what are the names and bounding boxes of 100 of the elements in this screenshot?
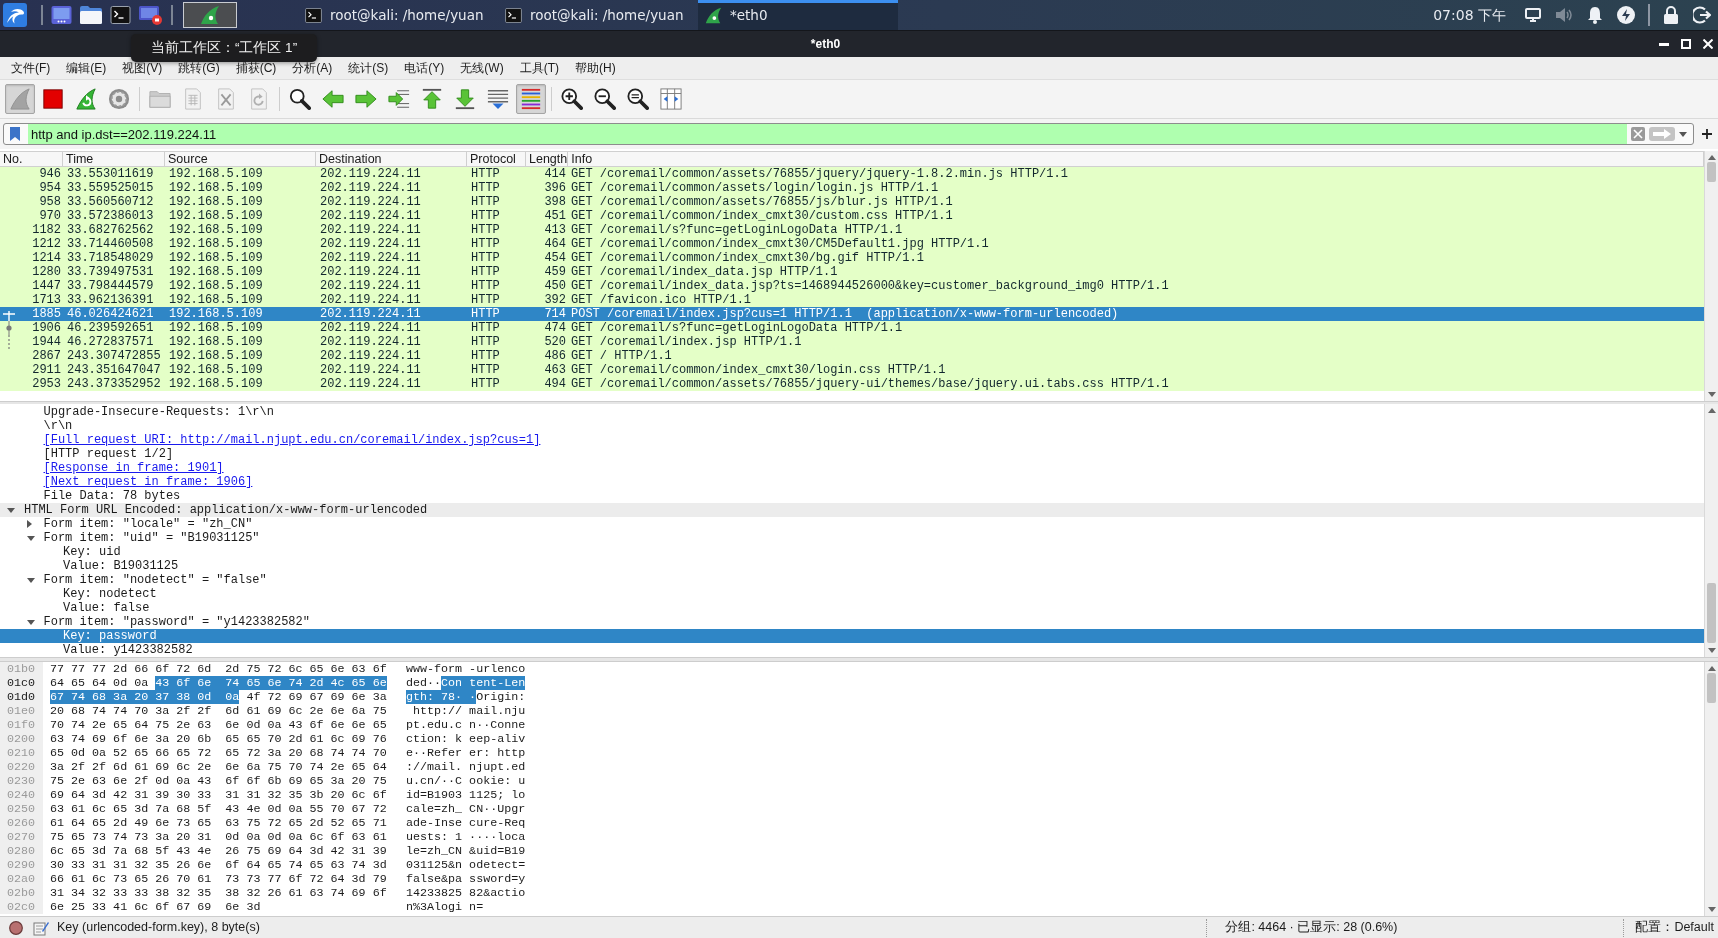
byte-offset: 01d0 [0, 690, 43, 704]
notepad-icon[interactable] [33, 919, 49, 936]
caret-down-icon[interactable] [7, 507, 15, 513]
packet-row[interactable]: 970 33.572386013 192.168.5.109 202.119.224.11 HTTP 451 GET /coremail/common/index_cmxt30/custom.css HTTP/1.1 [0, 209, 1704, 223]
scrollbar[interactable] [1704, 151, 1718, 401]
caret-down-icon[interactable] [26, 577, 35, 583]
column-header[interactable]: Protocol [467, 152, 526, 166]
menu-item[interactable]: 统计(S) [340, 58, 397, 78]
packet-row[interactable]: 1713 33.962136391 192.168.5.109 202.119.224.11 HTTP 392 GET /favicon.ico HTTP/1.1 [0, 293, 1704, 307]
tree-row[interactable]: [HTTP request 1/2] [0, 447, 1704, 461]
tree-row[interactable]: [Response in frame: 1901] [0, 461, 1704, 475]
packet-time: 33.718548029 [67, 251, 154, 265]
menu-item[interactable]: 文件(F) [3, 58, 59, 78]
column-header[interactable]: Source [165, 152, 316, 166]
tree-row[interactable]: Key: password [0, 629, 1704, 643]
taskbar-button[interactable]: *eth0 [698, 0, 898, 30]
terminal-icon[interactable] [110, 6, 131, 24]
menu-item[interactable]: 帮助(H) [567, 58, 624, 78]
link[interactable]: [Next request in frame: 1906] [43, 475, 253, 489]
packet-row[interactable]: 1885 46.026424621 192.168.5.109 202.119.224.11 HTTP 714 POST /coremail/index.jsp?cus=1 HTTP/1.1 (application/x-www-form-urlencoded) [0, 307, 1704, 321]
taskbar-button[interactable]: root@kali: /home/yuan [498, 0, 698, 30]
scroll-down-icon[interactable] [1707, 392, 1716, 397]
packet-row[interactable]: 1214 33.718548029 192.168.5.109 202.119.224.11 HTTP 454 GET /coremail/common/index_cmxt30/bg.gif HTTP/1.1 [0, 251, 1704, 265]
speaker-icon[interactable] [1555, 7, 1573, 23]
packet-row[interactable]: 1447 33.798444579 192.168.5.109 202.119.224.11 HTTP 450 GET /coremail/index_data.jsp?ts=1468944526000&key=customer_background_img0 HTTP/1.1 [0, 279, 1704, 293]
link[interactable]: [Response in frame: 1901] [43, 461, 224, 475]
tree-row[interactable]: Value: B19031125 [0, 559, 1704, 573]
packet-row[interactable]: 2953 243.373352952 192.168.5.109 202.119.224.11 HTTP 494 GET /coremail/common/assets/76855/jquery-ui/themes/base/jquery.ui.tabs.css HTTP/1.1 [0, 377, 1704, 391]
tree-row[interactable]: [Next request in frame: 1906] [0, 475, 1704, 489]
packet-row[interactable]: 958 33.560560712 192.168.5.109 202.119.224.11 HTTP 398 GET /coremail/common/assets/76855/js/blur.js HTTP/1.1 [0, 195, 1704, 209]
tree-row[interactable]: \r\n [0, 419, 1704, 433]
byte-offset: 0280 [0, 844, 43, 858]
tree-row[interactable]: Key: uid [0, 545, 1704, 559]
tree-row[interactable]: Upgrade-Insecure-Requests: 1\r\n [0, 405, 1704, 419]
packet-row[interactable]: 1906 46.239592651 192.168.5.109 202.119.224.11 HTTP 474 GET /coremail/s?func=getLoginLogoData HTTP/1.1 [0, 321, 1704, 335]
monitor-icon[interactable] [1525, 8, 1541, 22]
menu-item[interactable]: 编辑(E) [58, 58, 115, 78]
tree-row[interactable]: Key: nodetect [0, 587, 1704, 601]
scroll-thumb[interactable] [1707, 583, 1716, 643]
tree-item-label: HTML Form URL Encoded: application/x-www-form-urlencoded [24, 503, 428, 517]
column-header[interactable]: Length [526, 152, 569, 166]
clear-icon[interactable] [1631, 127, 1645, 141]
bell-icon[interactable] [1587, 6, 1603, 24]
packet-row[interactable]: 1212 33.714460508 192.168.5.109 202.119.224.11 HTTP 464 GET /coremail/common/index_cmxt30/CM5Default1.jpg HTTP/1.1 [0, 237, 1704, 251]
plus-icon[interactable] [1702, 129, 1712, 139]
bookmark-icon[interactable] [10, 127, 20, 141]
close-icon[interactable] [1703, 39, 1713, 49]
column-header[interactable]: No. [0, 152, 63, 166]
tree-row[interactable]: Form item: "locale" = "zh_CN" [0, 517, 1704, 531]
tree-row[interactable]: Value: false [0, 601, 1704, 615]
filter-field[interactable]: http and ip.dst==202.119.224.11 [28, 124, 1627, 144]
menu-item[interactable]: 无线(W) [452, 58, 512, 78]
caret-icon[interactable] [1679, 131, 1687, 137]
packet-row[interactable]: 1280 33.739497531 192.168.5.109 202.119.224.11 HTTP 459 GET /coremail/index_data.jsp HTTP/1.1 [0, 265, 1704, 279]
scrollbar[interactable] [1704, 404, 1718, 657]
lock-icon[interactable] [1663, 6, 1679, 24]
minimize-icon[interactable] [1659, 42, 1669, 46]
column-header[interactable]: Time [63, 152, 165, 166]
tree-row[interactable]: Form item: "uid" = "B19031125" [0, 531, 1704, 545]
tree-row[interactable]: Form item: "password" = "y1423382582" [0, 615, 1704, 629]
scroll-down-icon[interactable] [1707, 648, 1716, 653]
tree-item-label: Key: password [63, 629, 157, 643]
column-header[interactable]: Destination [316, 152, 467, 166]
caret-down-icon[interactable] [26, 535, 35, 541]
packet-time: 33.798444579 [67, 279, 154, 293]
maximize-icon[interactable] [1681, 39, 1691, 49]
scroll-up-icon[interactable] [1707, 155, 1716, 160]
status-dot-icon[interactable] [9, 920, 23, 935]
scroll-up-icon[interactable] [1707, 408, 1716, 413]
scroll-thumb[interactable] [1707, 162, 1716, 182]
ascii-text: 14233825 82&actio [406, 886, 526, 900]
scroll-up-icon[interactable] [1707, 666, 1716, 671]
caret-right-icon[interactable] [26, 520, 32, 528]
packet-row[interactable]: 1944 46.272837571 192.168.5.109 202.119.224.11 HTTP 520 GET /coremail/index.jsp HTTP/1.1 [0, 335, 1704, 349]
folder-icon[interactable] [80, 6, 102, 24]
logout-icon[interactable] [1693, 6, 1711, 24]
workspace-button[interactable] [183, 2, 237, 28]
scrollbar[interactable] [1704, 662, 1718, 916]
tree-row[interactable]: File Data: 78 bytes [0, 489, 1704, 503]
scroll-thumb[interactable] [1707, 673, 1716, 703]
tree-row[interactable]: Form item: "nodetect" = "false" [0, 573, 1704, 587]
screen-record-icon[interactable] [139, 5, 163, 25]
packet-row[interactable]: 2911 243.351647047 192.168.5.109 202.119.224.11 HTTP 463 GET /coremail/common/index_cmxt30/login.css HTTP/1.1 [0, 363, 1704, 377]
menu-item[interactable]: 电话(Y) [396, 58, 453, 78]
window-icon[interactable] [51, 6, 72, 24]
lightning-icon[interactable] [1617, 6, 1635, 24]
packet-row[interactable]: 954 33.559525015 192.168.5.109 202.119.224.11 HTTP 396 GET /coremail/common/assets/login/login.js HTTP/1.1 [0, 181, 1704, 195]
packet-row[interactable]: 946 33.553011619 192.168.5.109 202.119.224.11 HTTP 414 GET /coremail/common/assets/76855/jquery/jquery-1.8.2.min.js HTTP/1.1 [0, 167, 1704, 181]
packet-row[interactable]: 2867 243.307472855 192.168.5.109 202.119.224.11 HTTP 486 GET / HTTP/1.1 [0, 349, 1704, 363]
tree-row[interactable]: HTML Form URL Encoded: application/x-www-form-urlencoded [0, 503, 1704, 517]
dragon-logo-icon[interactable] [3, 3, 27, 27]
caret-down-icon[interactable] [26, 619, 35, 625]
menu-item[interactable]: 工具(T) [511, 58, 567, 78]
taskbar-button[interactable]: root@kali: /home/yuan [298, 0, 498, 30]
scroll-down-icon[interactable] [1707, 907, 1716, 912]
tree-row[interactable]: Value: y1423382582 [0, 643, 1704, 657]
packet-row[interactable]: 1182 33.682762562 192.168.5.109 202.119.224.11 HTTP 413 GET /coremail/s?func=getLoginLogoData HTTP/1.1 [0, 223, 1704, 237]
tree-row[interactable]: [Full request URI: http://mail.njupt.edu.cn/coremail/index.jsp?cus=1] [0, 433, 1704, 447]
hex-bytes: 43 6f 6e 74 65 6e 74 2d 4c 65 6e [155, 676, 387, 690]
link[interactable]: [Full request URI: http://mail.njupt.edu.cn/coremail/index.jsp?cus=1] [43, 433, 541, 447]
